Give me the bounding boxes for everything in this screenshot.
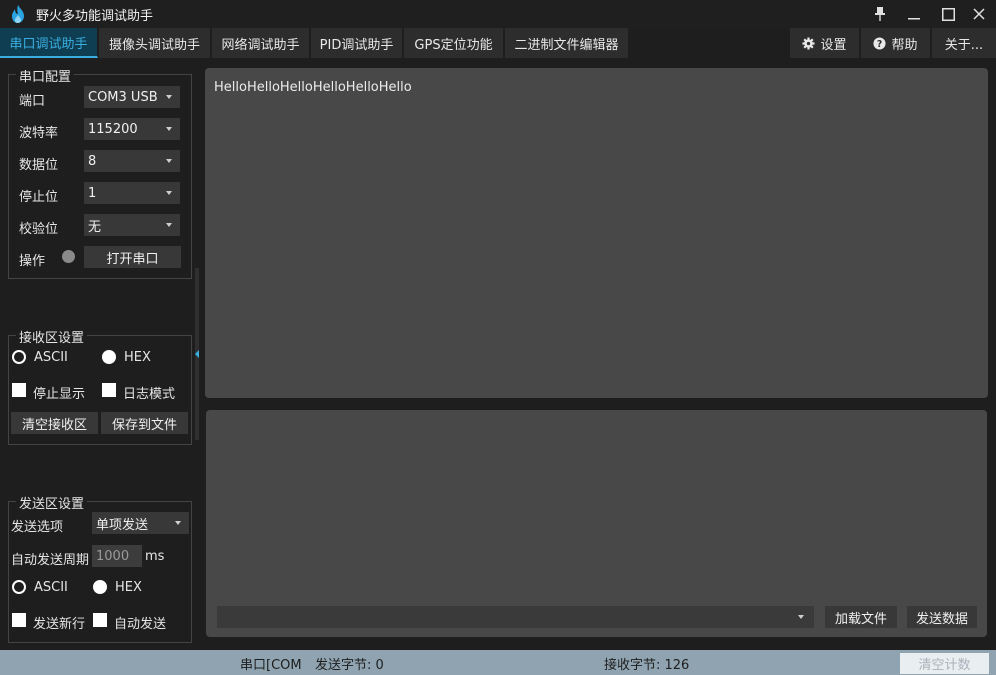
pin-button[interactable] bbox=[863, 0, 897, 28]
load-file-button[interactable]: 加载文件 bbox=[825, 606, 897, 628]
stop-display-label: 停止显示 bbox=[33, 387, 86, 402]
send-history-combo[interactable] bbox=[217, 606, 814, 628]
auto-period-input[interactable]: 1000 bbox=[92, 545, 142, 567]
help-icon: ? bbox=[873, 36, 887, 49]
settings-button[interactable]: 设置 bbox=[790, 28, 859, 58]
recv-ascii-label: ASCII bbox=[34, 350, 68, 365]
help-button[interactable]: ? 帮助 bbox=[861, 28, 930, 58]
stop-bits-value: 1 bbox=[88, 185, 97, 201]
send-option-label: 发送选项 bbox=[11, 520, 64, 535]
stop-bits-label: 停止位 bbox=[19, 190, 59, 205]
recv-hex-label: HEX bbox=[124, 350, 151, 365]
send-hex-radio[interactable] bbox=[93, 580, 107, 594]
parity-select[interactable]: 无 bbox=[84, 214, 180, 236]
status-bar bbox=[0, 650, 996, 675]
status-sent-bytes: 发送字节: 0 bbox=[315, 658, 384, 673]
send-ascii-radio[interactable] bbox=[12, 580, 26, 594]
baud-value: 115200 bbox=[88, 121, 138, 137]
chevron-down-icon bbox=[175, 521, 181, 525]
svg-text:?: ? bbox=[877, 38, 882, 49]
parity-value: 无 bbox=[88, 219, 102, 235]
help-label: 帮助 bbox=[891, 37, 918, 53]
send-text-area[interactable] bbox=[206, 410, 987, 637]
gear-icon bbox=[802, 36, 816, 50]
serial-config-title: 串口配置 bbox=[16, 66, 75, 85]
send-hex-label: HEX bbox=[115, 580, 142, 595]
save-to-file-button[interactable]: 保存到文件 bbox=[101, 412, 188, 434]
send-option-select[interactable]: 单项发送 bbox=[92, 512, 189, 534]
data-bits-select[interactable]: 8 bbox=[84, 150, 180, 172]
recv-ascii-radio[interactable] bbox=[12, 350, 26, 364]
auto-period-label: 自动发送周期 bbox=[11, 553, 90, 568]
send-ascii-label: ASCII bbox=[34, 580, 68, 595]
stop-display-checkbox[interactable] bbox=[12, 383, 26, 397]
stop-bits-select[interactable]: 1 bbox=[84, 182, 180, 204]
minimize-button[interactable] bbox=[897, 0, 931, 28]
parity-label: 校验位 bbox=[19, 222, 59, 237]
send-newline-label: 发送新行 bbox=[33, 617, 86, 632]
close-icon bbox=[973, 8, 985, 20]
minimize-icon bbox=[908, 18, 920, 20]
status-port: 串口[COM bbox=[240, 658, 302, 673]
collapse-arrow-icon[interactable] bbox=[195, 350, 199, 358]
status-indicator-icon bbox=[62, 250, 75, 263]
baud-label: 波特率 bbox=[19, 126, 59, 141]
recv-hex-radio[interactable] bbox=[102, 350, 116, 364]
period-unit-label: ms bbox=[145, 549, 165, 564]
port-select[interactable]: COM3 USB bbox=[84, 86, 180, 108]
receive-text-area[interactable] bbox=[205, 68, 988, 398]
pin-icon bbox=[875, 7, 885, 21]
baud-select[interactable]: 115200 bbox=[84, 118, 180, 140]
maximize-icon bbox=[941, 7, 955, 21]
flame-logo-icon bbox=[12, 5, 24, 23]
auto-send-checkbox[interactable] bbox=[93, 613, 107, 627]
open-port-button[interactable]: 打开串口 bbox=[84, 246, 181, 268]
settings-label: 设置 bbox=[820, 37, 847, 53]
clear-receive-button[interactable]: 清空接收区 bbox=[11, 412, 98, 434]
receive-text: HelloHelloHelloHelloHelloHello bbox=[214, 80, 412, 95]
chevron-down-icon bbox=[166, 127, 172, 131]
receive-settings-title: 接收区设置 bbox=[16, 327, 88, 346]
clear-count-button[interactable]: 清空计数 bbox=[900, 653, 989, 674]
close-button[interactable] bbox=[962, 0, 996, 28]
data-bits-label: 数据位 bbox=[19, 158, 59, 173]
tab-serial[interactable]: 串口调试助手 bbox=[0, 28, 98, 58]
port-value: COM3 USB bbox=[88, 89, 158, 105]
about-label: 关于... bbox=[944, 37, 984, 53]
operation-label: 操作 bbox=[19, 254, 46, 269]
chevron-down-icon bbox=[166, 191, 172, 195]
chevron-down-icon bbox=[166, 95, 172, 99]
log-mode-label: 日志模式 bbox=[123, 387, 176, 402]
data-bits-value: 8 bbox=[88, 153, 97, 169]
chevron-down-icon bbox=[166, 223, 172, 227]
auto-send-label: 自动发送 bbox=[114, 617, 167, 632]
port-label: 端口 bbox=[19, 94, 46, 109]
tab-binary-editor[interactable]: 二进制文件编辑器 bbox=[505, 28, 629, 58]
about-button[interactable]: 关于... bbox=[932, 28, 996, 58]
tab-network[interactable]: 网络调试助手 bbox=[212, 28, 310, 58]
send-settings-title: 发送区设置 bbox=[16, 493, 88, 512]
tab-pid[interactable]: PID调试助手 bbox=[311, 28, 403, 58]
chevron-down-icon bbox=[798, 615, 804, 619]
send-option-value: 单项发送 bbox=[96, 517, 149, 533]
app-title: 野火多功能调试助手 bbox=[36, 9, 154, 24]
tab-gps[interactable]: GPS定位功能 bbox=[404, 28, 504, 58]
chevron-down-icon bbox=[166, 159, 172, 163]
send-newline-checkbox[interactable] bbox=[12, 613, 26, 627]
tab-camera[interactable]: 摄像头调试助手 bbox=[99, 28, 211, 58]
log-mode-checkbox[interactable] bbox=[102, 383, 116, 397]
maximize-button[interactable] bbox=[931, 0, 965, 28]
send-data-button[interactable]: 发送数据 bbox=[907, 606, 977, 628]
status-recv-bytes: 接收字节: 126 bbox=[604, 658, 690, 673]
